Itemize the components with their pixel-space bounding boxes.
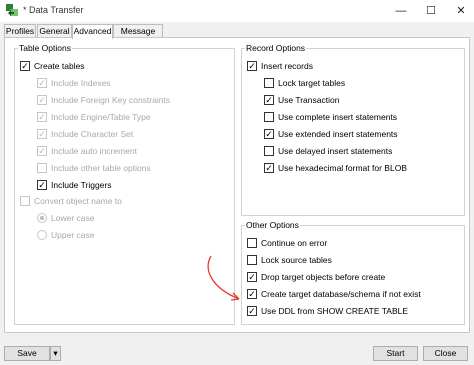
checkbox-box: ✓ — [247, 306, 257, 316]
checkbox-box: ✓ — [264, 163, 274, 173]
use-complete-insert-label: Use complete insert statements — [278, 112, 398, 122]
include-auto-increment-label: Include auto increment — [51, 146, 137, 156]
lock-source-tables-label: Lock source tables — [261, 255, 332, 265]
checkbox-box — [37, 163, 47, 173]
minimize-button[interactable]: — — [386, 0, 416, 22]
radio-circle — [37, 213, 47, 223]
lock-target-tables-label: Lock target tables — [278, 78, 346, 88]
table-options-group: Table Options ✓ Create tables ✓ Include … — [14, 44, 235, 325]
radio-circle — [37, 230, 47, 240]
chevron-down-icon: ▾ — [53, 348, 58, 358]
include-other-options-label: Include other table options — [51, 163, 151, 173]
continue-on-error-label: Continue on error — [261, 238, 328, 248]
checkbox-box: ✓ — [37, 112, 47, 122]
checkbox-box — [247, 238, 257, 248]
use-delayed-insert-label: Use delayed insert statements — [278, 146, 393, 156]
checkbox-box: ✓ — [20, 61, 30, 71]
data-transfer-icon — [6, 4, 18, 16]
checkbox-box: ✓ — [247, 272, 257, 282]
checkbox-box: ✓ — [264, 129, 274, 139]
checkbox-box — [264, 112, 274, 122]
record-options-group: Record Options ✓ Insert records Lock tar… — [241, 44, 465, 216]
include-charset-label: Include Character Set — [51, 129, 134, 139]
checkbox-box: ✓ — [264, 95, 274, 105]
insert-records-label: Insert records — [261, 61, 313, 71]
include-triggers-label: Include Triggers — [51, 180, 112, 190]
checkbox-box — [264, 146, 274, 156]
lower-case-label: Lower case — [51, 213, 95, 223]
create-target-database-label: Create target database/schema if not exi… — [261, 289, 421, 299]
other-options-title: Other Options — [246, 220, 299, 230]
drop-target-objects-label: Drop target objects before create — [261, 272, 386, 282]
include-foreign-key-label: Include Foreign Key constraints — [51, 95, 171, 105]
checkbox-box: ✓ — [247, 289, 257, 299]
checkbox-box: ✓ — [37, 129, 47, 139]
checkbox-box: ✓ — [37, 146, 47, 156]
use-ddl-show-create-label: Use DDL from SHOW CREATE TABLE — [261, 306, 409, 316]
include-engine-label: Include Engine/Table Type — [51, 112, 151, 122]
save-button[interactable]: Save — [4, 346, 50, 361]
use-extended-insert-label: Use extended insert statements — [278, 129, 398, 139]
checkbox-box: ✓ — [37, 180, 47, 190]
window-title: * Data Transfer — [23, 5, 84, 15]
tab-advanced[interactable]: Advanced — [72, 24, 113, 39]
save-dropdown-button[interactable]: ▾ — [50, 346, 61, 361]
checkbox-box — [20, 196, 30, 206]
record-options-title: Record Options — [246, 43, 306, 53]
use-transaction-label: Use Transaction — [278, 95, 340, 105]
create-tables-label: Create tables — [34, 61, 85, 71]
checkbox-box — [247, 255, 257, 265]
checkbox-box: ✓ — [37, 78, 47, 88]
checkbox-box: ✓ — [37, 95, 47, 105]
title-bar: * Data Transfer — ☐ ✕ — [0, 0, 474, 22]
maximize-button[interactable]: ☐ — [416, 0, 446, 22]
checkbox-box — [264, 78, 274, 88]
convert-object-name-label: Convert object name to — [34, 196, 122, 206]
close-button[interactable]: Close — [423, 346, 468, 361]
checkbox-box: ✓ — [247, 61, 257, 71]
close-window-button[interactable]: ✕ — [446, 0, 474, 22]
table-options-title: Table Options — [19, 43, 71, 53]
tab-profiles[interactable]: Profiles — [4, 24, 36, 38]
include-indexes-label: Include Indexes — [51, 78, 111, 88]
start-button[interactable]: Start — [373, 346, 418, 361]
tab-message-log[interactable]: Message Log — [113, 24, 163, 49]
upper-case-label: Upper case — [51, 230, 95, 240]
tab-general[interactable]: General — [37, 24, 72, 38]
use-hex-blob-label: Use hexadecimal format for BLOB — [278, 163, 407, 173]
other-options-group: Other Options Continue on error Lock sou… — [241, 221, 465, 325]
advanced-panel: Table Options ✓ Create tables ✓ Include … — [4, 37, 470, 333]
radio-dot — [40, 216, 44, 220]
